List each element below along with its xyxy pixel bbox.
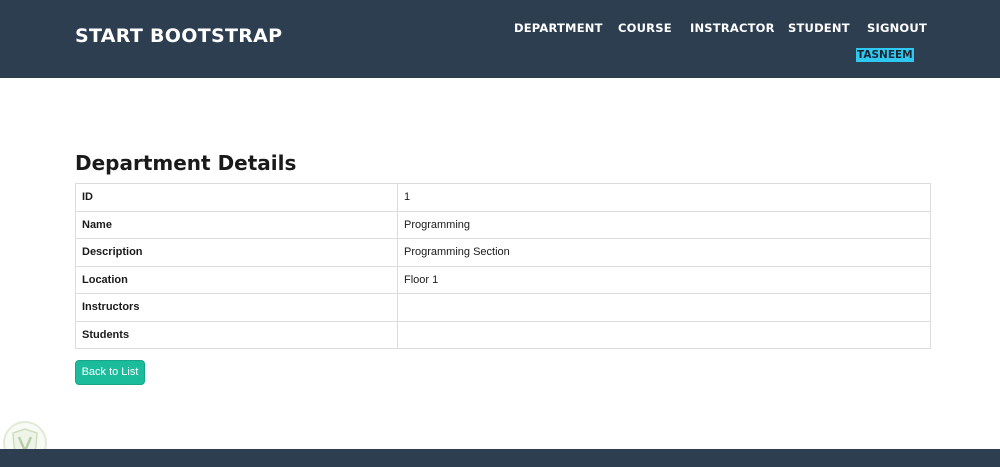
row-label-id: ID xyxy=(75,183,398,212)
table-row: Location Floor 1 xyxy=(75,265,931,294)
table-row: Description Programming Section xyxy=(75,238,931,267)
nav-menu: DEPARTMENT COURSE INSTRACTOR STUDENT SIG… xyxy=(0,21,1000,37)
table-row: Students xyxy=(75,320,931,349)
nav-link-signout[interactable]: SIGNOUT xyxy=(867,21,927,35)
nav-link-student[interactable]: STUDENT xyxy=(788,21,850,35)
row-label-description: Description xyxy=(75,238,398,267)
nav-link-course[interactable]: COURSE xyxy=(618,21,672,35)
row-value-instructors xyxy=(397,293,931,322)
table-row: ID 1 xyxy=(75,183,931,212)
table-row: Instructors xyxy=(75,293,931,322)
row-value-id: 1 xyxy=(397,183,931,212)
row-value-description: Programming Section xyxy=(397,238,931,267)
table-row: Name Programming xyxy=(75,210,931,239)
current-user-badge: TASNEEM xyxy=(856,48,914,62)
nav-link-department[interactable]: DEPARTMENT xyxy=(514,21,603,35)
back-to-list-button[interactable]: Back to List xyxy=(75,360,145,385)
row-value-name: Programming xyxy=(397,210,931,239)
department-details-table: ID 1 Name Programming Description Progra… xyxy=(75,183,931,349)
row-label-students: Students xyxy=(75,320,398,349)
page-footer xyxy=(0,449,1000,467)
row-label-name: Name xyxy=(75,210,398,239)
row-label-instructors: Instructors xyxy=(75,293,398,322)
row-value-students xyxy=(397,320,931,349)
page-title: Department Details xyxy=(75,151,297,175)
row-value-location: Floor 1 xyxy=(397,265,931,294)
nav-link-instractor[interactable]: INSTRACTOR xyxy=(690,21,775,35)
top-navbar: START BOOTSTRAP DEPARTMENT COURSE INSTRA… xyxy=(0,0,1000,78)
row-label-location: Location xyxy=(75,265,398,294)
